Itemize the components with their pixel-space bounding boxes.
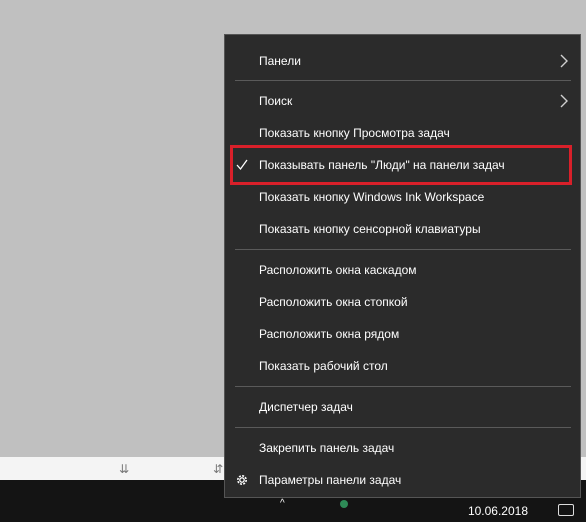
menu-item-taskbar-settings[interactable]: Параметры панели задач [225, 466, 580, 494]
menu-item-side-by-side[interactable]: Расположить окна рядом [225, 320, 580, 348]
menu-separator [235, 80, 571, 81]
menu-item-search[interactable]: Поиск [225, 87, 580, 115]
menu-item-show-desktop[interactable]: Показать рабочий стол [225, 352, 580, 380]
align-bottom-icon[interactable]: ⇊ [116, 461, 132, 477]
menu-item-task-view-button[interactable]: Показать кнопку Просмотра задач [225, 119, 580, 147]
menu-item-lock-taskbar[interactable]: Закрепить панель задач [225, 434, 580, 462]
menu-item-label: Поиск [259, 94, 293, 108]
menu-item-label: Показывать панель "Люди" на панели задач [259, 158, 505, 172]
taskbar-date[interactable]: 10.06.2018 [468, 504, 528, 518]
menu-item-label: Расположить окна рядом [259, 327, 400, 341]
gear-icon [237, 475, 247, 485]
menu-item-cascade-windows[interactable]: Расположить окна каскадом [225, 256, 580, 284]
chevron-right-icon [560, 54, 568, 68]
menu-separator [235, 249, 571, 250]
menu-separator [235, 427, 571, 428]
menu-item-label: Показать кнопку сенсорной клавиатуры [259, 222, 481, 236]
menu-item-toolbars[interactable]: Панели [225, 47, 580, 75]
menu-item-label: Показать кнопку Windows Ink Workspace [259, 190, 485, 204]
menu-item-touch-keyboard-button[interactable]: Показать кнопку сенсорной клавиатуры [225, 215, 580, 243]
menu-item-label: Закрепить панель задач [259, 441, 395, 455]
menu-item-label: Параметры панели задач [259, 473, 402, 487]
menu-item-label: Расположить окна каскадом [259, 263, 417, 277]
menu-item-label: Расположить окна стопкой [259, 295, 408, 309]
tray-app-icon[interactable] [340, 500, 348, 508]
menu-separator [235, 386, 571, 387]
notification-icon[interactable] [558, 504, 574, 516]
tray-up-icon[interactable]: ^ [280, 498, 285, 509]
menu-item-label: Показать кнопку Просмотра задач [259, 126, 450, 140]
menu-item-stack-windows[interactable]: Расположить окна стопкой [225, 288, 580, 316]
menu-item-label: Диспетчер задач [259, 400, 353, 414]
menu-item-show-people[interactable]: Показывать панель "Люди" на панели задач [225, 151, 580, 179]
menu-item-label: Панели [259, 54, 301, 68]
chevron-right-icon [560, 94, 568, 108]
menu-item-windows-ink-button[interactable]: Показать кнопку Windows Ink Workspace [225, 183, 580, 211]
menu-item-task-manager[interactable]: Диспетчер задач [225, 393, 580, 421]
taskbar-context-menu: Панели Поиск Показать кнопку Просмотра з… [224, 34, 581, 498]
checkmark-icon [236, 159, 248, 171]
menu-item-label: Показать рабочий стол [259, 359, 388, 373]
